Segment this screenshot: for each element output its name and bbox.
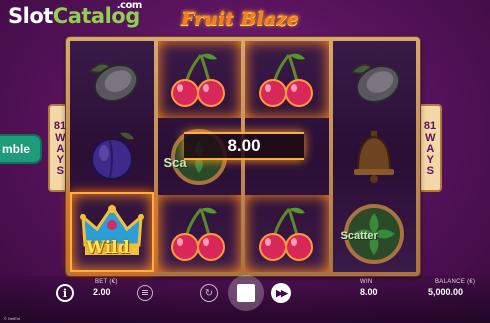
cherry-icon (258, 207, 313, 261)
symbol-cherry (245, 41, 329, 118)
reel-4: Scatter (332, 41, 417, 272)
symbol-scatter: Scatter (333, 195, 417, 272)
wild-label: Wild (86, 238, 130, 259)
gamble-button[interactable]: mble (0, 134, 42, 164)
symbol-bell (333, 118, 417, 195)
bet-label: BET (€) (95, 279, 118, 285)
autoplay-button[interactable]: ↻ (200, 284, 218, 302)
scatter-label: Scatter (340, 230, 378, 243)
cherry-icon (171, 207, 226, 261)
symbol-plum (70, 117, 154, 193)
cherry-icon (171, 53, 226, 107)
watermark-part-a: Slot (8, 4, 53, 28)
symbol-cherry (245, 195, 329, 272)
quick-spin-button[interactable]: ▶▶ (271, 283, 291, 303)
game-logo: Fruit Blaze (180, 8, 300, 30)
bet-value: 2.00 (93, 287, 111, 297)
symbol-cherry (158, 195, 242, 272)
symbol-lemon (333, 41, 417, 118)
ways-label: WAYS (54, 132, 67, 177)
reel-1: Wild (70, 41, 154, 273)
watermark-domain: .com (116, 0, 143, 11)
balance-value: 5,000.00 (428, 287, 464, 297)
lemon-icon (350, 63, 401, 103)
symbol-lemon (70, 41, 154, 117)
symbol-cherry (158, 41, 242, 118)
win-amount-banner: 8.00 (184, 132, 304, 160)
bet-settings-button[interactable] (137, 285, 153, 301)
provider-credit: © NetEnt (4, 316, 21, 321)
ways-count: 81 (423, 119, 437, 132)
ways-badge-right: 81 WAYS (418, 104, 442, 192)
ways-label: WAYS (424, 132, 437, 177)
slotcatalog-watermark: SlotCatalog .com (8, 0, 142, 28)
balance-label: BALANCE (€) (435, 279, 476, 285)
symbol-wild-crown: Wild (70, 192, 154, 273)
stop-button[interactable] (228, 275, 264, 311)
cherry-icon (258, 53, 313, 107)
plum-icon (90, 132, 134, 180)
lemon-icon (88, 62, 138, 102)
bell-icon (354, 130, 395, 183)
info-button[interactable]: i (56, 284, 74, 302)
ways-count: 81 (53, 119, 67, 132)
win-label: WIN (360, 279, 373, 285)
win-value: 8.00 (360, 287, 378, 297)
